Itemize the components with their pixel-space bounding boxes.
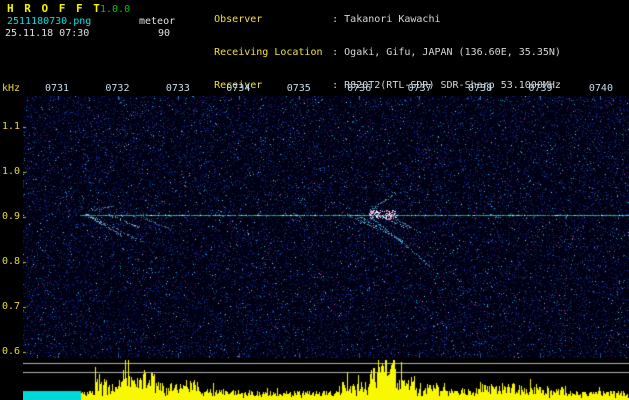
time-label: 0733 [165,83,190,94]
observer-label: Observer [214,14,263,25]
time-label: 0740 [588,83,613,94]
time-label: 0731 [44,83,70,94]
mode-label: meteor [139,16,176,27]
time-label: 0738 [468,83,493,94]
freq-label: 0.8 [1,256,20,267]
capture-datetime: 25.11.18 07:30 [5,28,90,39]
freq-label: 0.7 [1,301,20,312]
info-row-location: Receiving Location : Ogaki, Gifu, JAPAN (… [178,36,561,69]
app-version: 1.0.0 [100,4,131,15]
time-label: 0739 [528,83,553,94]
freq-label: 1.0 [1,166,20,177]
time-label: 0736 [347,83,372,94]
hrofft-window: H R O F F T 1.0.0 2511180730.png meteor … [0,0,629,400]
freq-label: 0.6 [1,346,20,357]
freq-label: 1.1 [1,121,20,132]
time-label: 0735 [286,83,311,94]
time-label: 0737 [407,83,432,94]
output-filename: 2511180730.png [7,16,92,27]
time-axis: 0731 0732 0733 0734 0735 0736 0737 0738 … [44,83,614,94]
time-label: 0732 [105,83,130,94]
echo-count: 90 [158,28,171,39]
info-row-observer: Observer : Takanori Kawachi [178,3,561,36]
spectrogram-canvas [23,96,629,400]
location-label: Receiving Location [214,47,323,58]
freq-unit-label: kHz [1,83,20,94]
time-label: 0734 [226,83,251,94]
freq-label: 0.9 [1,211,20,222]
location-value: : Ogaki, Gifu, JAPAN (136.60E, 35.35N) [332,47,561,58]
observer-value: : Takanori Kawachi [332,14,441,25]
app-title: H R O F F T [7,2,102,15]
